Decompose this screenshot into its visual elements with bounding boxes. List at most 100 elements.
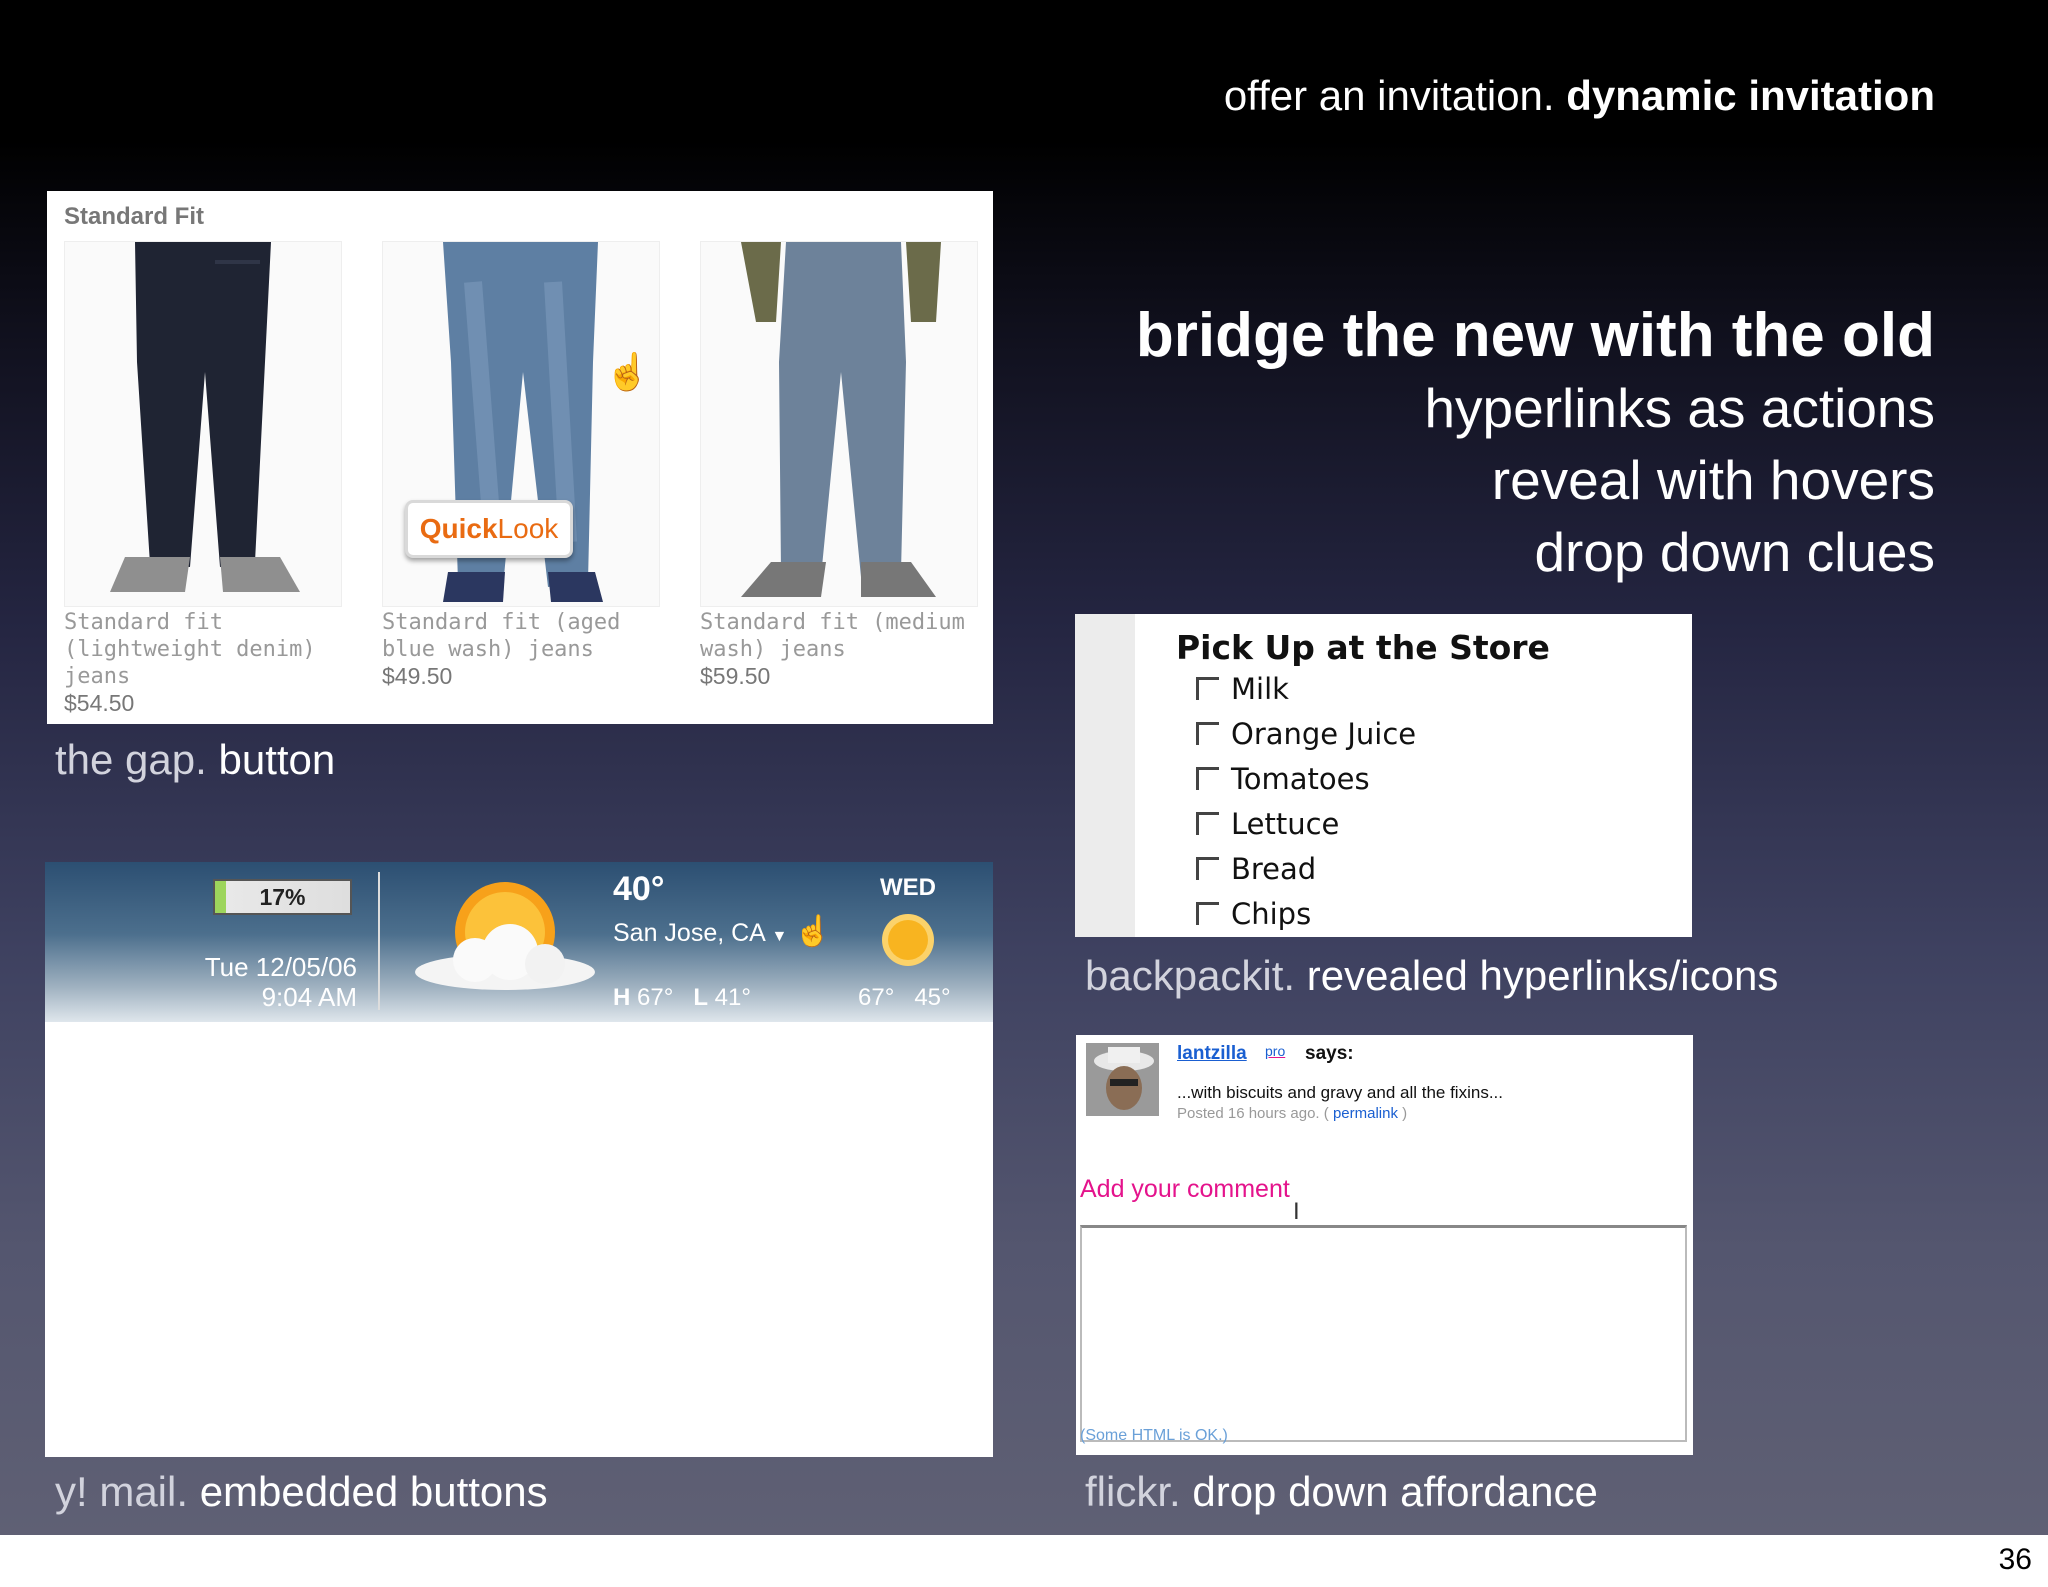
list-item-label: Tomatoes [1231,762,1370,796]
product-name: Standard fit (medium wash) jeans [700,610,965,662]
high-label: H [613,984,631,1011]
backpackit-sidebar [1075,614,1135,937]
checkbox[interactable] [1196,766,1219,790]
slide-header: offer an invitation. dynamic invitation [1224,72,1935,120]
chevron-down-icon[interactable]: ▼ [771,928,787,945]
caption-light: the gap. [55,736,207,783]
low-label: L [693,984,708,1011]
location-label: San Jose, CA [613,919,765,947]
text-cursor-icon: I [1293,1198,1300,1225]
product-image-3[interactable] [700,241,978,607]
product-name: Standard fit (aged blue wash) jeans [382,610,621,662]
pro-badge[interactable]: pro [1265,1043,1285,1059]
list-item[interactable]: Orange Juice [1196,717,1416,757]
list-item[interactable]: Milk [1196,672,1289,712]
list-item[interactable]: Bread [1196,852,1316,892]
list-item-label: Milk [1231,672,1289,706]
caption-bold: revealed hyperlinks/icons [1306,952,1779,999]
headline: bridge the new with the old [1135,301,1935,370]
posted-meta: Posted 16 hours ago. ( permalink ) [1177,1105,1407,1122]
weather-panel: 17% Tue 12/05/06 9:04 AM 40° San Jose, C… [45,862,993,1457]
list-item[interactable]: Lettuce [1196,807,1339,847]
point-1: hyperlinks as actions [1424,377,1935,439]
list-item-label: Orange Juice [1231,717,1417,751]
checkbox[interactable] [1196,901,1219,925]
quicklook-label-look: Look [497,513,559,544]
permalink-link[interactable]: permalink [1333,1105,1398,1122]
list-title: Pick Up at the Store [1176,628,1550,667]
weather-caption: y! mail. embedded buttons [55,1468,548,1516]
posted-label: Posted 16 hours ago. ( [1177,1105,1329,1122]
page-number: 36 [1998,1543,2032,1576]
quicklook-label-quick: Quick [419,513,498,544]
add-comment-label: Add your comment [1080,1175,1290,1203]
product-image-1[interactable] [64,241,342,607]
high-low: H 67° L 41° [613,984,751,1012]
username-link[interactable]: lantzilla [1177,1043,1247,1065]
hand-cursor-icon: ☝ [794,915,832,948]
gap-panel: Standard Fit Standard fit (lightweight d… [47,191,993,724]
gap-caption: the gap. button [55,736,335,784]
list-item[interactable]: Tomatoes [1196,762,1370,802]
caption-light: flickr. [1085,1468,1181,1515]
header-bold: dynamic invitation [1566,72,1935,119]
point-2: reveal with hovers [1491,449,1935,511]
forecast-high-low: 67° 45° [858,984,951,1012]
product-2[interactable]: Standard fit (aged blue wash) jeans $49.… [382,609,662,690]
hand-cursor-icon: ☝ [605,351,650,392]
jeans-image [110,242,300,592]
backpackit-caption: backpackit. revealed hyperlinks/icons [1085,952,1778,1000]
checkbox[interactable] [1196,721,1219,745]
caption-bold: button [218,736,336,783]
header-light: offer an invitation. [1223,72,1555,119]
forecast-high: 67° [858,984,895,1011]
comment-textarea[interactable] [1080,1225,1687,1442]
high-value: 67° [637,984,674,1011]
product-3[interactable]: Standard fit (medium wash) jeans $59.50 [700,609,980,690]
list-item-label: Bread [1231,852,1317,886]
backpackit-panel: Pick Up at the Store Milk Orange Juice T… [1075,614,1692,937]
caption-light: y! mail. [55,1468,189,1515]
comment-text: ...with biscuits and gravy and all the f… [1177,1083,1503,1102]
product-price: $54.50 [64,690,135,716]
forecast-low: 45° [914,984,951,1011]
slide: offer an invitation. dynamic invitation … [0,0,2048,1535]
partly-cloudy-icon [415,882,595,990]
low-value: 41° [714,984,751,1011]
time-label: 9:04 AM [261,982,357,1012]
date-label: Tue 12/05/06 [204,952,357,982]
gap-title: Standard Fit [64,203,205,230]
divider [378,872,380,1010]
weather-bar: 17% Tue 12/05/06 9:04 AM 40° San Jose, C… [45,862,993,1022]
list-item-label: Lettuce [1231,807,1340,841]
user-photo [1086,1043,1159,1116]
caption-bold: embedded buttons [199,1468,548,1515]
sun-icon [882,914,934,966]
product-name: Standard fit (lightweight denim) jeans [64,610,316,689]
caption-bold: drop down affordance [1192,1468,1598,1515]
flickr-caption: flickr. drop down affordance [1085,1468,1598,1516]
checkbox[interactable] [1196,856,1219,880]
avatar[interactable] [1086,1043,1159,1116]
caption-light: backpackit. [1085,952,1296,999]
checkbox[interactable] [1196,676,1219,700]
quicklook-button[interactable]: QuickLook [405,500,573,558]
storage-meter: 17% [213,879,352,915]
location-dropdown[interactable]: San Jose, CA ▼ ☝ [613,914,832,949]
forecast-day: WED [880,874,936,901]
flickr-panel: lantzilla pro says: ...with biscuits and… [1076,1035,1693,1455]
list-item[interactable]: Chips [1196,897,1311,937]
posted-end: ) [1402,1105,1408,1122]
storage-percent: 17% [259,884,306,910]
datetime: Tue 12/05/06 9:04 AM [125,952,357,1012]
list-item-label: Chips [1231,897,1312,931]
current-temperature: 40° [613,870,665,908]
jeans-image [741,242,941,597]
html-ok-note: (Some HTML is OK.) [1080,1427,1228,1444]
product-price: $59.50 [700,663,771,689]
checkbox[interactable] [1196,811,1219,835]
says-label: says: [1305,1043,1354,1064]
point-3: drop down clues [1534,521,1935,583]
product-1[interactable]: Standard fit (lightweight denim) jeans $… [64,609,344,717]
product-price: $49.50 [382,663,453,689]
